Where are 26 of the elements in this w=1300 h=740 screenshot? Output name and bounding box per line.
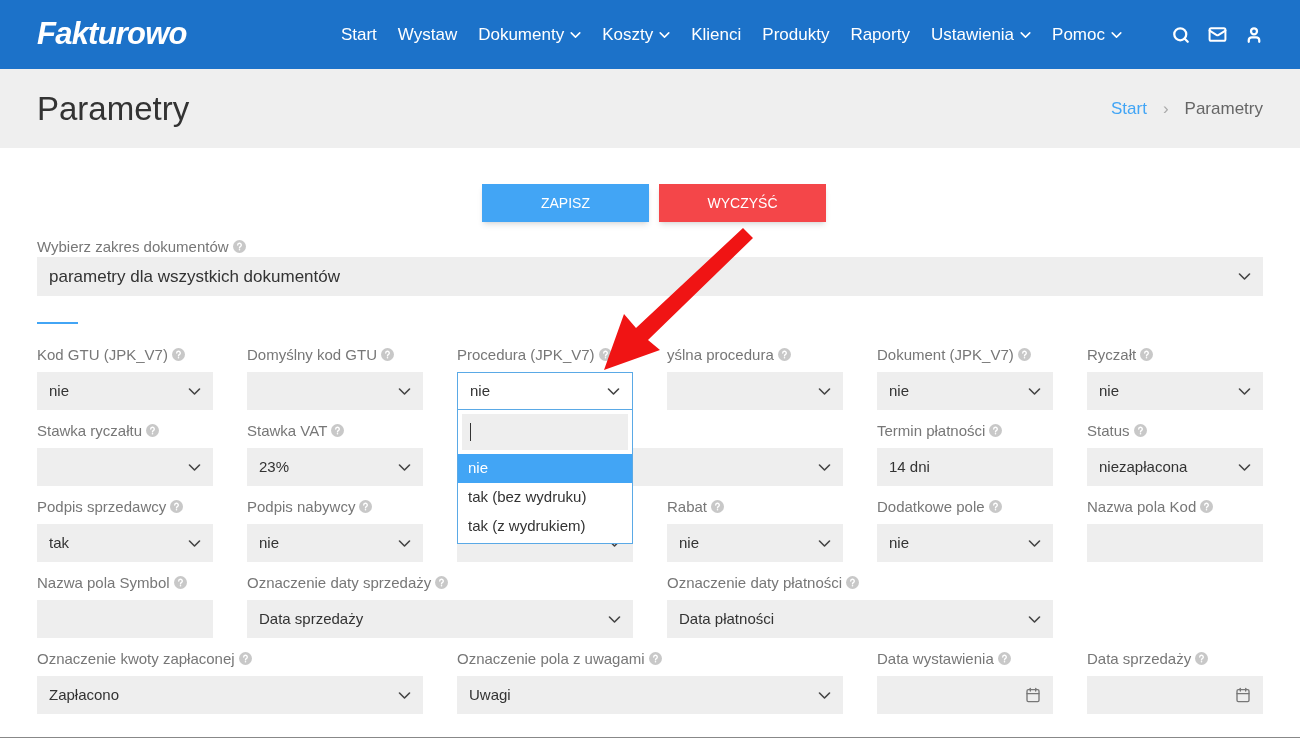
field-label: Status [1087,422,1130,439]
field-label: Termin płatności [877,422,986,439]
field-label: Data wystawienia [877,650,994,667]
field-label: Domyślny kod GTU [247,346,378,363]
field-label: Nazwa pola Kod [1087,498,1197,515]
field-label: Oznaczenie kwoty zapłaconej [37,650,235,667]
field-label: Rabat [667,498,708,515]
field-label: Wybierz zakres dokumentów [37,238,229,255]
page-title: Parametry [37,88,190,129]
field-label: Procedura (JPK_V7) [457,346,595,363]
field-label: Dodatkowe pole [877,498,985,515]
field-label: Kod GTU (JPK_V7) [37,346,168,363]
field-label: yślna procedura [667,346,774,363]
field-label: Stawka VAT [247,422,328,439]
field-label: Podpis sprzedawcy [37,498,167,515]
breadcrumb-separator: › [1162,97,1169,120]
field-label: Oznaczenie pola z uwagami [457,650,645,667]
field-label: Nazwa pola Symbol [37,574,170,591]
field-label: Oznaczenie daty sprzedaży [247,574,432,591]
field-label: Stawka ryczałtu [37,422,143,439]
field-label: Dokument (JPK_V7) [877,346,1014,363]
field-label: Oznaczenie daty płatności [667,574,843,591]
field-label: Ryczałt [1087,346,1137,363]
field-label: Podpis nabywcy [247,498,356,515]
breadcrumb-current: Parametry [1184,97,1263,120]
field-label: Data sprzedaży [1087,650,1192,667]
